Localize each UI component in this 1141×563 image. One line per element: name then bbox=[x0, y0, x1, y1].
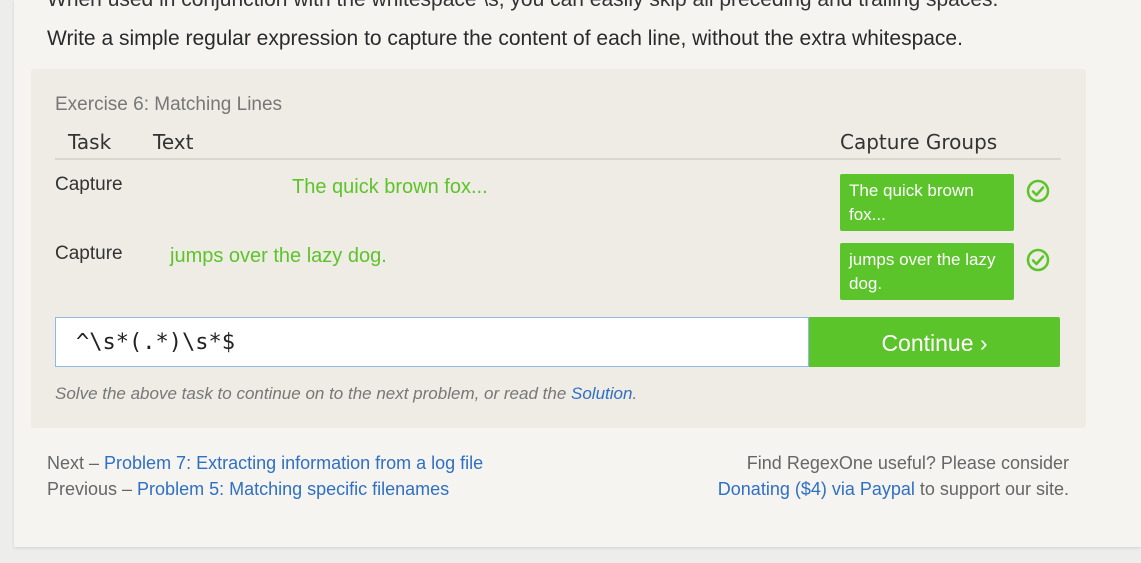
row-1-task: Capture bbox=[55, 174, 123, 195]
row-2-capture-group: jumps over the lazy dog. bbox=[840, 243, 1014, 300]
header-task: Task bbox=[68, 130, 112, 154]
solve-note-text: Solve the above task to continue on to t… bbox=[55, 384, 571, 403]
row-2-task: Capture bbox=[55, 243, 123, 264]
regex-input[interactable] bbox=[55, 317, 809, 367]
row-2-text: jumps over the lazy dog. bbox=[170, 245, 387, 267]
exercise-title: Exercise 6: Matching Lines bbox=[55, 94, 283, 115]
continue-button[interactable]: Continue › bbox=[809, 317, 1060, 367]
row-1-text: The quick brown fox... bbox=[292, 176, 488, 198]
problem-navigation: Next – Problem 7: Extracting information… bbox=[47, 450, 483, 502]
solution-link[interactable]: Solution bbox=[571, 384, 632, 403]
solve-note: Solve the above task to continue on to t… bbox=[55, 384, 637, 404]
donation-suffix: to support our site. bbox=[914, 479, 1069, 499]
next-problem-link[interactable]: Problem 7: Extracting information from a… bbox=[104, 453, 483, 473]
header-divider bbox=[55, 158, 1061, 160]
solve-note-suffix: . bbox=[632, 384, 638, 403]
header-text: Text bbox=[153, 130, 194, 154]
row-1-capture-group: The quick brown fox... bbox=[840, 174, 1014, 231]
exercise-panel: Exercise 6: Matching Lines Task Text Cap… bbox=[31, 69, 1086, 428]
partial-paragraph: When used in conjunction with the whites… bbox=[47, 0, 1117, 12]
task-instruction: Write a simple regular expression to cap… bbox=[47, 27, 963, 50]
check-icon bbox=[1026, 248, 1050, 272]
donation-note: Find RegexOne useful? Please consider Do… bbox=[718, 450, 1069, 502]
previous-prefix: Previous – bbox=[47, 479, 138, 499]
previous-problem-link[interactable]: Problem 5: Matching specific filenames bbox=[137, 479, 449, 499]
donation-line: Find RegexOne useful? Please consider bbox=[746, 453, 1069, 473]
next-prefix: Next – bbox=[47, 453, 105, 473]
donate-link[interactable]: Donating ($4) via Paypal bbox=[718, 479, 915, 499]
header-capture-groups: Capture Groups bbox=[840, 130, 998, 154]
check-icon bbox=[1026, 179, 1050, 203]
